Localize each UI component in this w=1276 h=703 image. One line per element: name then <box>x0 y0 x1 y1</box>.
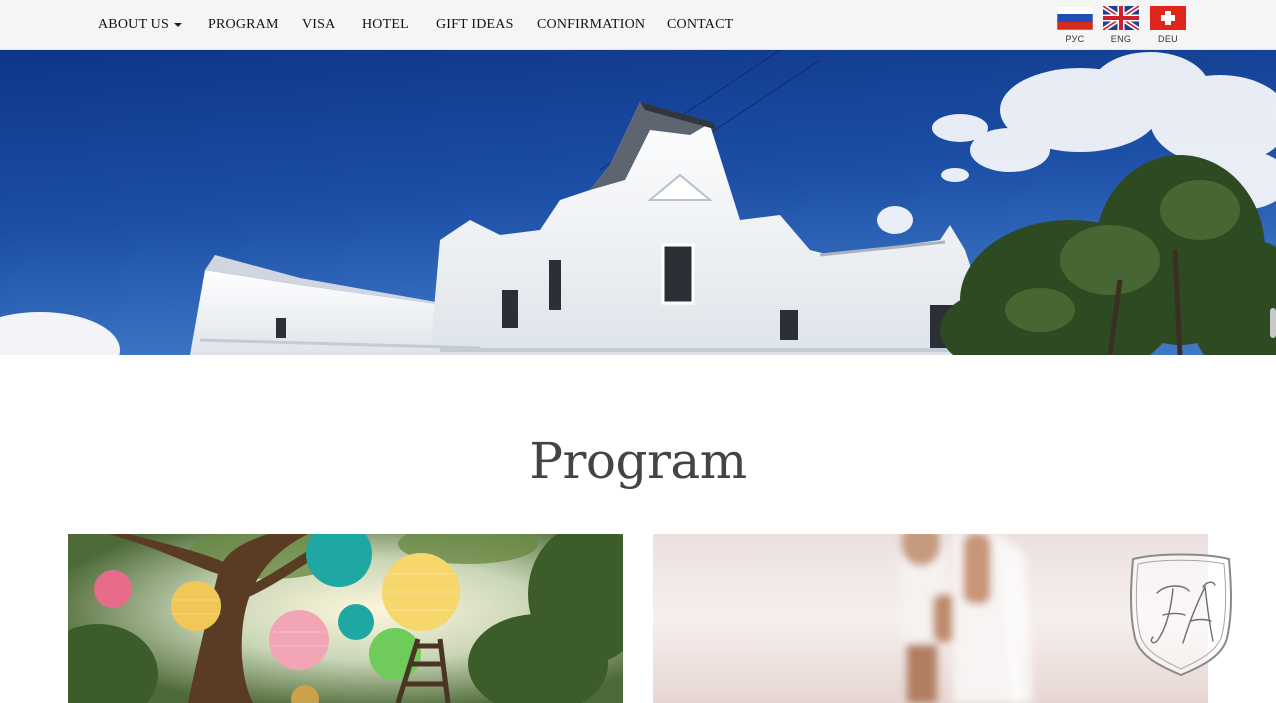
lang-english-label: ENG <box>1110 34 1132 44</box>
caret-down-icon <box>173 22 182 27</box>
section-title-program: Program <box>529 432 747 490</box>
side-scroll-handle[interactable] <box>1270 308 1276 338</box>
lang-russian[interactable]: РУС <box>1057 6 1093 44</box>
nav-hotel[interactable]: HOTEL <box>362 0 409 50</box>
nav-program[interactable]: PROGRAM <box>208 0 279 50</box>
top-navbar: ABOUT US PROGRAM VISA HOTEL GIFT IDEAS C… <box>0 0 1276 50</box>
nav-confirmation[interactable]: CONFIRMATION <box>537 0 645 50</box>
monogram-crest-logo <box>1130 553 1232 677</box>
swiss-flag-icon <box>1150 6 1186 30</box>
hero-banner <box>0 50 1276 355</box>
program-card-couple[interactable] <box>653 534 1208 703</box>
nav-contact[interactable]: CONTACT <box>667 0 733 50</box>
nav-about-us-label: ABOUT US <box>98 17 169 32</box>
lang-german-label: DEU <box>1158 34 1178 44</box>
nav-gift-ideas[interactable]: GIFT IDEAS <box>436 0 514 50</box>
couple-image <box>653 534 1208 703</box>
lang-russian-label: РУС <box>1065 34 1085 44</box>
lanterns-image <box>68 534 623 703</box>
program-card-lanterns[interactable] <box>68 534 623 703</box>
nav-about-us[interactable]: ABOUT US <box>98 0 182 50</box>
nav-visa[interactable]: VISA <box>302 0 335 50</box>
uk-flag-icon <box>1103 6 1139 30</box>
lang-english[interactable]: ENG <box>1103 6 1139 44</box>
hero-building-image <box>0 50 1276 355</box>
russia-flag-icon <box>1057 6 1093 30</box>
lang-german[interactable]: DEU <box>1150 6 1186 44</box>
